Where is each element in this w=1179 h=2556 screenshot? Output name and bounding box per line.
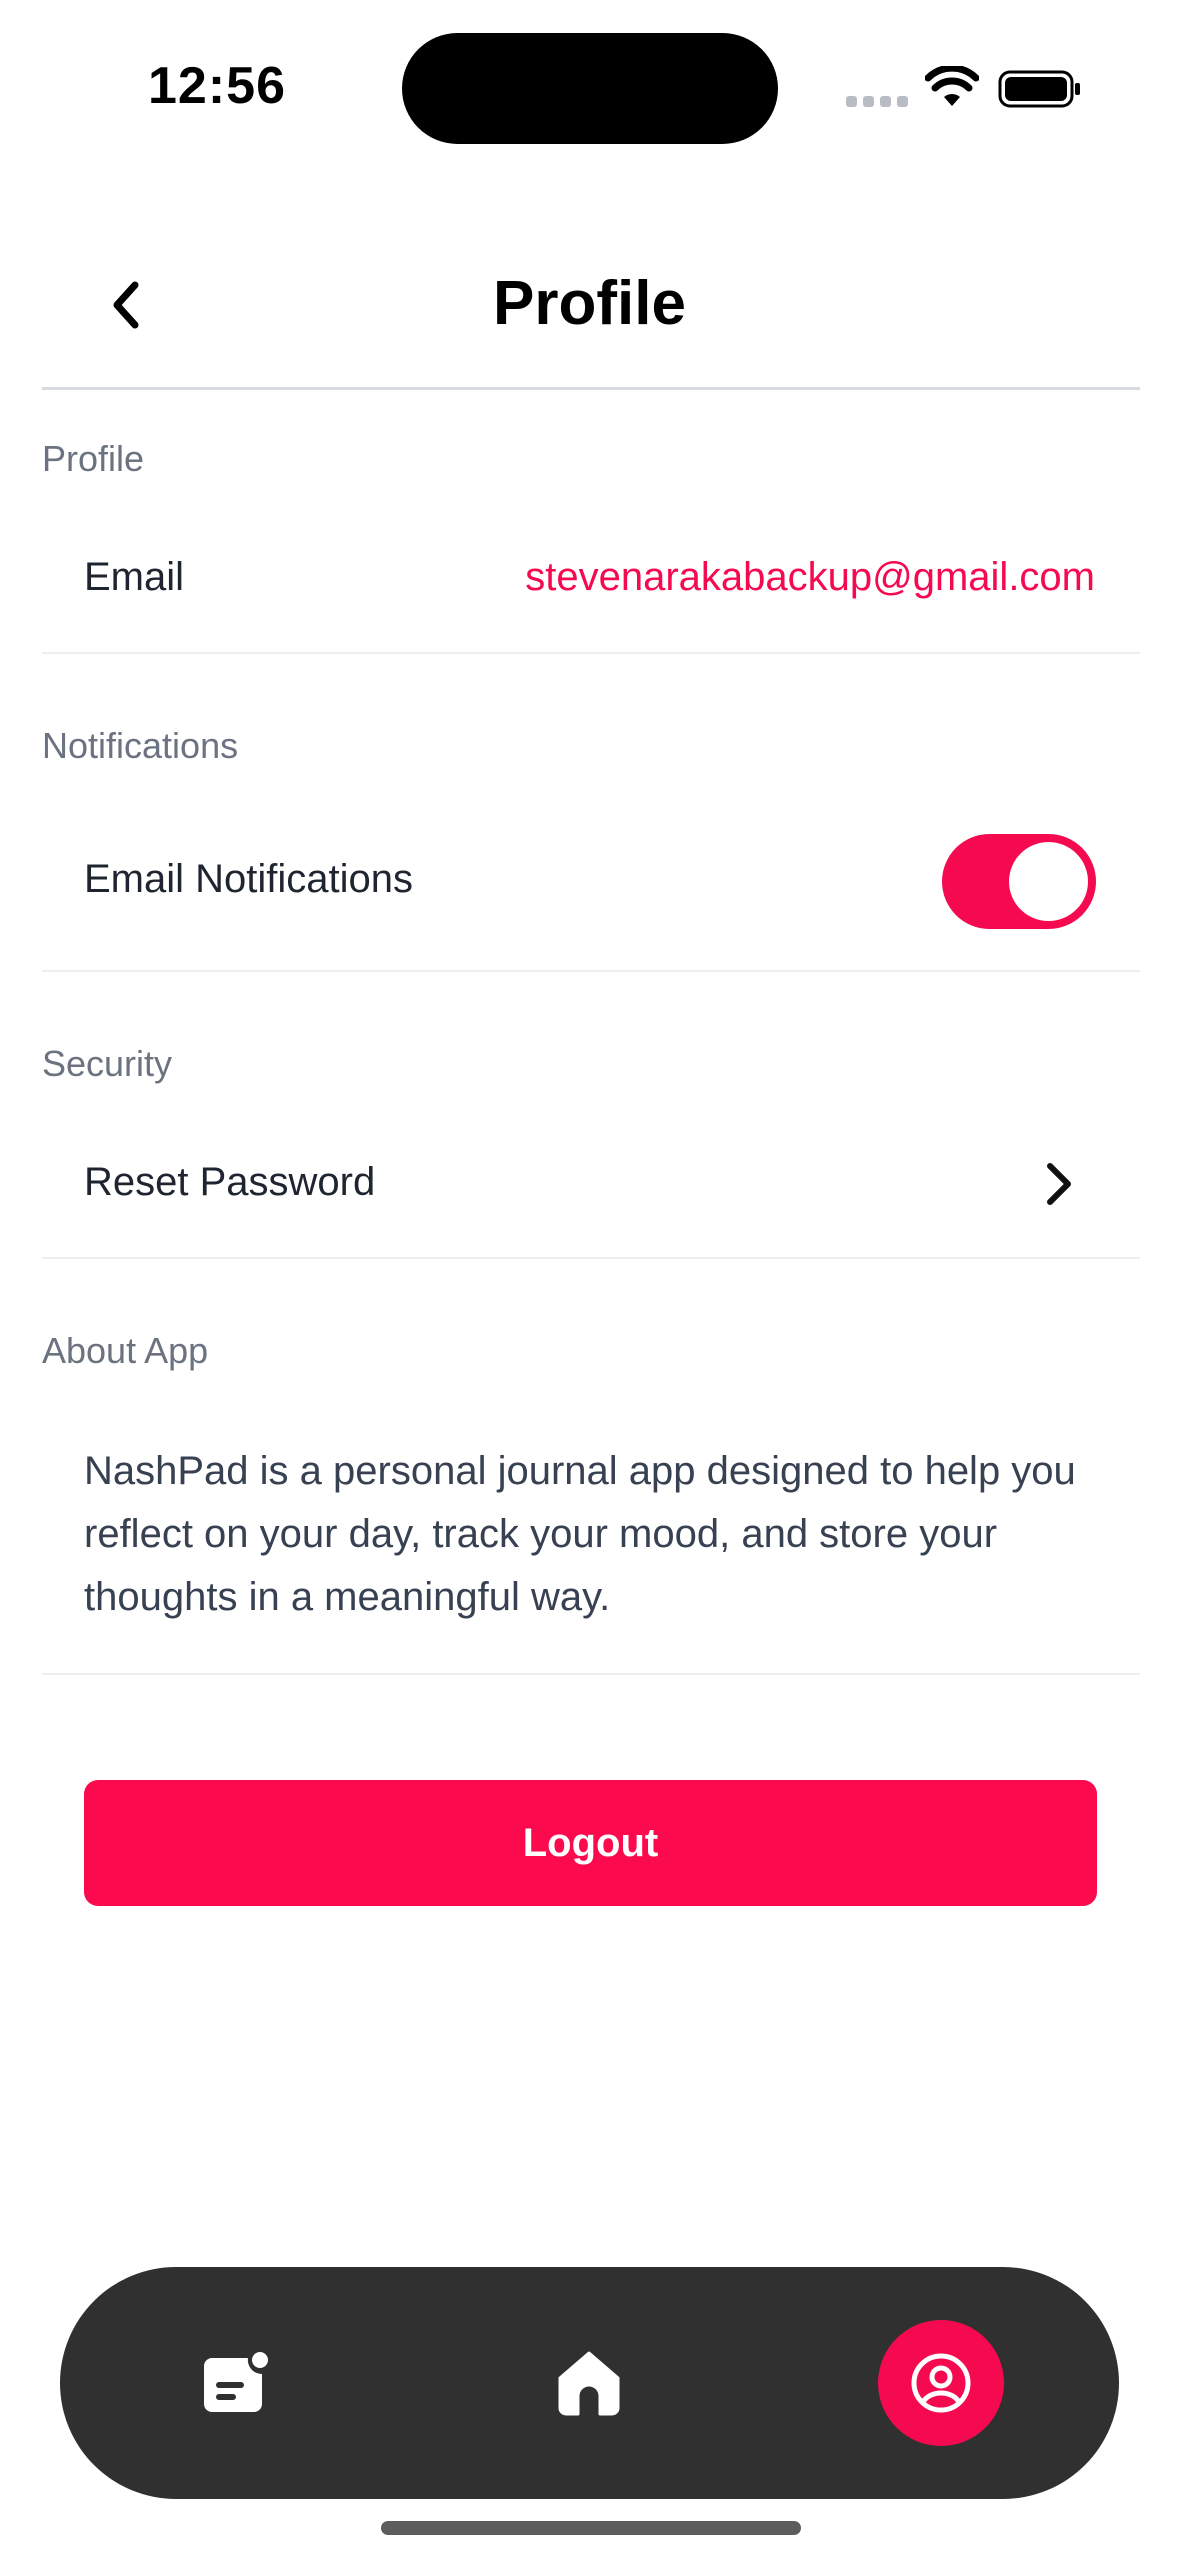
section-label-about: About App xyxy=(42,1330,209,1371)
logout-button[interactable]: Logout xyxy=(84,1780,1097,1906)
section-label-security: Security xyxy=(42,1043,173,1084)
tab-home[interactable] xyxy=(524,2267,654,2499)
reset-password-label: Reset Password xyxy=(84,1160,376,1204)
page-title: Profile xyxy=(493,269,686,338)
email-notifications-label: Email Notifications xyxy=(84,857,414,901)
tab-profile-active-bubble xyxy=(878,2320,1004,2446)
bottom-tab-bar xyxy=(60,2267,1119,2499)
row-divider xyxy=(42,652,1140,654)
battery-icon xyxy=(998,70,1080,108)
about-text: NashPad is a personal journal app design… xyxy=(84,1449,1076,1619)
row-divider xyxy=(42,1257,1140,1259)
home-icon xyxy=(558,2351,620,2416)
tab-profile[interactable] xyxy=(876,2267,1006,2499)
section-label-profile: Profile xyxy=(42,438,145,479)
status-time: 12:56 xyxy=(148,57,286,115)
toggle-knob xyxy=(1009,842,1088,921)
dynamic-island xyxy=(402,33,778,144)
home-indicator xyxy=(381,2521,801,2535)
row-divider xyxy=(42,1673,1140,1675)
row-divider xyxy=(42,970,1140,972)
email-value: stevenarakabackup@gmail.com xyxy=(525,555,1095,599)
header-divider xyxy=(42,387,1140,390)
journal-icon xyxy=(204,2352,268,2412)
cellular-signal-icon xyxy=(846,96,908,108)
wifi-icon xyxy=(925,66,979,106)
email-label: Email xyxy=(84,555,185,599)
chevron-right-icon xyxy=(1047,1163,1071,1205)
tab-journal[interactable] xyxy=(172,2267,302,2499)
email-notifications-toggle[interactable] xyxy=(942,834,1096,929)
section-label-notifications: Notifications xyxy=(42,725,239,766)
profile-icon xyxy=(911,2353,971,2413)
reset-password-row[interactable]: Reset Password xyxy=(42,1110,1140,1255)
